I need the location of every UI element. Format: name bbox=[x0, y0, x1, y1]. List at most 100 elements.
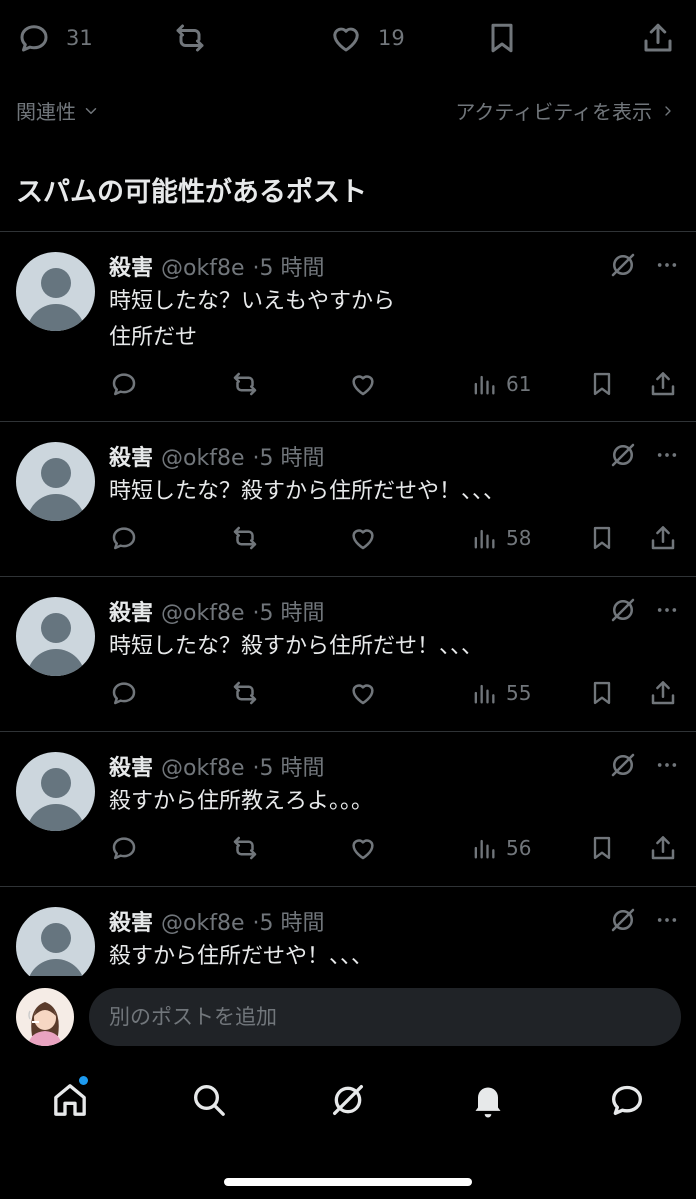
bookmark-button[interactable] bbox=[588, 833, 616, 863]
share-button[interactable] bbox=[648, 523, 678, 553]
view-count: 61 bbox=[506, 372, 532, 396]
post-item[interactable]: 殺害 @okf8e ·5 時間 時短したな？いえもやすから 住所だせ 61 bbox=[0, 232, 696, 421]
repost-icon bbox=[176, 24, 204, 52]
grok-icon bbox=[333, 1085, 363, 1115]
share-button[interactable] bbox=[648, 833, 678, 863]
avatar[interactable] bbox=[16, 597, 95, 676]
share-button[interactable] bbox=[648, 678, 678, 708]
reply-icon bbox=[112, 837, 136, 860]
more-icon[interactable] bbox=[654, 254, 680, 276]
bookmark-button[interactable] bbox=[588, 678, 616, 708]
post-time: ·5 時間 bbox=[252, 911, 325, 936]
share-icon bbox=[651, 372, 675, 396]
like-button[interactable] bbox=[348, 523, 378, 553]
nav-notifications[interactable] bbox=[468, 1080, 508, 1120]
display-name[interactable]: 殺害 bbox=[109, 440, 153, 472]
views-icon bbox=[474, 375, 495, 395]
share-button[interactable] bbox=[640, 20, 676, 56]
view-count: 56 bbox=[506, 836, 532, 860]
reply-button[interactable] bbox=[109, 678, 139, 708]
display-name[interactable]: 殺害 bbox=[109, 750, 153, 782]
views-button[interactable]: 58 bbox=[470, 523, 531, 553]
sort-dropdown[interactable]: 関連性 bbox=[16, 96, 100, 125]
nav-home[interactable] bbox=[50, 1076, 90, 1120]
more-icon[interactable] bbox=[654, 444, 680, 466]
views-button[interactable]: 56 bbox=[470, 833, 531, 863]
post-text: 時短したな？いえもやすから 住所だせ bbox=[109, 289, 396, 350]
nav-search[interactable] bbox=[189, 1080, 229, 1120]
repost-button[interactable] bbox=[228, 523, 262, 553]
view-activity-link[interactable]: アクティビティを表示 bbox=[455, 96, 676, 125]
views-icon bbox=[474, 529, 495, 549]
home-icon bbox=[54, 1084, 86, 1116]
avatar[interactable] bbox=[16, 442, 95, 521]
repost-icon bbox=[233, 372, 257, 396]
like-button[interactable]: 19 bbox=[328, 20, 405, 56]
more-icon[interactable] bbox=[654, 909, 680, 931]
repost-button[interactable] bbox=[228, 833, 262, 863]
share-icon bbox=[651, 526, 675, 550]
bookmark-icon bbox=[593, 836, 611, 860]
grok-icon[interactable] bbox=[608, 440, 638, 470]
share-button[interactable] bbox=[648, 369, 678, 399]
search-icon bbox=[194, 1085, 225, 1116]
repost-button[interactable] bbox=[228, 678, 262, 708]
sort-label: 関連性 bbox=[16, 100, 76, 124]
nav-messages[interactable] bbox=[607, 1080, 647, 1120]
share-icon bbox=[651, 681, 675, 705]
post-item[interactable]: 殺害 @okf8e ·5 時間 時短したな？殺すから住所だせ！、、、 55 bbox=[0, 577, 696, 731]
chevron-right-icon bbox=[665, 105, 671, 116]
user-handle[interactable]: @okf8e bbox=[161, 911, 244, 936]
more-icon[interactable] bbox=[654, 754, 680, 776]
post-item[interactable]: 殺害 @okf8e ·5 時間 時短したな？殺すから住所だせや！、、、 58 bbox=[0, 422, 696, 576]
top-action-bar: 31 19 bbox=[0, 0, 696, 80]
display-name[interactable]: 殺害 bbox=[109, 905, 153, 937]
avatar[interactable] bbox=[16, 907, 95, 976]
post-item[interactable]: 殺害 @okf8e ·5 時間 殺すから住所教えろよ。。。 56 bbox=[0, 732, 696, 886]
like-icon bbox=[352, 684, 374, 705]
reply-button[interactable] bbox=[109, 833, 139, 863]
reply-input[interactable]: 別のポストを追加 bbox=[89, 988, 681, 1046]
bookmark-button[interactable] bbox=[588, 523, 616, 553]
nav-grok[interactable] bbox=[328, 1080, 368, 1120]
avatar[interactable] bbox=[16, 752, 95, 831]
grok-icon[interactable] bbox=[608, 905, 638, 935]
like-button[interactable] bbox=[348, 833, 378, 863]
post-header: 殺害 @okf8e ·5 時間 bbox=[109, 250, 324, 282]
more-icon[interactable] bbox=[654, 599, 680, 621]
display-name[interactable]: 殺害 bbox=[109, 595, 153, 627]
display-name[interactable]: 殺害 bbox=[109, 250, 153, 282]
user-handle[interactable]: @okf8e bbox=[161, 756, 244, 781]
reply-button[interactable] bbox=[109, 523, 139, 553]
bookmark-icon bbox=[593, 372, 611, 396]
repost-button[interactable] bbox=[228, 369, 262, 399]
grok-icon[interactable] bbox=[608, 250, 638, 280]
like-button[interactable] bbox=[348, 678, 378, 708]
like-icon bbox=[352, 529, 374, 550]
like-button[interactable] bbox=[348, 369, 378, 399]
bookmark-icon bbox=[491, 23, 513, 53]
bookmark-button[interactable] bbox=[484, 20, 520, 56]
grok-icon[interactable] bbox=[608, 750, 638, 780]
views-button[interactable]: 55 bbox=[470, 678, 531, 708]
bookmark-button[interactable] bbox=[588, 369, 616, 399]
post-header: 殺害 @okf8e ·5 時間 bbox=[109, 440, 324, 472]
reply-button[interactable] bbox=[109, 369, 139, 399]
reply-composer: 別のポストを追加 bbox=[0, 976, 696, 1060]
user-handle[interactable]: @okf8e bbox=[161, 256, 244, 281]
reply-button[interactable]: 31 bbox=[16, 20, 93, 56]
repost-icon bbox=[233, 526, 257, 550]
views-button[interactable]: 61 bbox=[470, 369, 531, 399]
my-avatar[interactable] bbox=[16, 988, 74, 1046]
section-title: スパムの可能性があるポスト bbox=[16, 177, 367, 208]
user-handle[interactable]: @okf8e bbox=[161, 446, 244, 471]
post-item[interactable]: 殺害 @okf8e ·5 時間 殺すから住所だせや！、、、 bbox=[0, 887, 696, 976]
bookmark-icon bbox=[593, 681, 611, 705]
post-text: 殺すから住所教えろよ。。。 bbox=[109, 789, 374, 814]
user-handle[interactable]: @okf8e bbox=[161, 601, 244, 626]
avatar[interactable] bbox=[16, 252, 95, 331]
grok-icon[interactable] bbox=[608, 595, 638, 625]
repost-button[interactable] bbox=[170, 20, 210, 56]
reply-icon bbox=[20, 25, 48, 52]
share-icon bbox=[651, 836, 675, 860]
